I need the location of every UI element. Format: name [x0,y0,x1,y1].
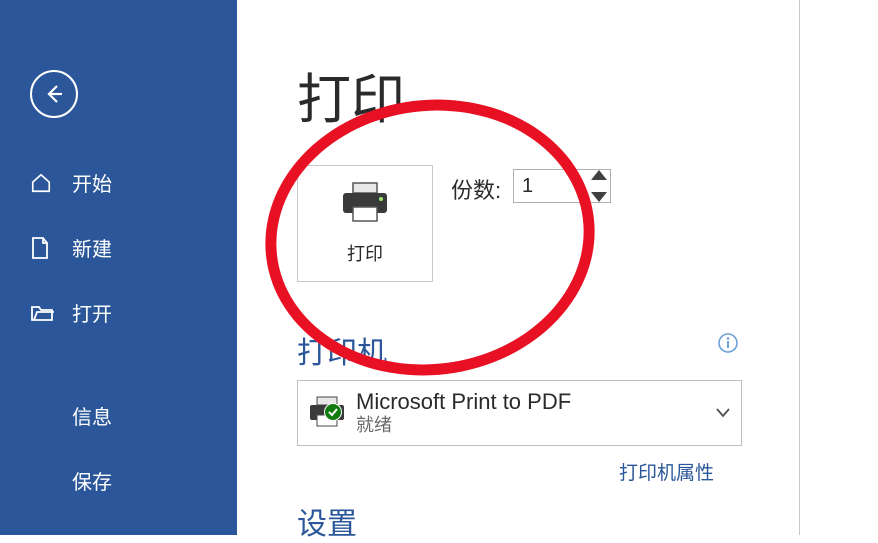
print-button-label: 打印 [347,240,383,266]
sidebar-item-label: 打开 [72,298,112,327]
copies-stepper[interactable] [591,170,609,202]
backstage-sidebar: 开始 新建 打开 信息 保存 [0,0,237,535]
back-button[interactable] [30,70,78,118]
printer-properties-link[interactable]: 打印机属性 [619,458,714,485]
sidebar-item-label: 开始 [72,168,112,197]
sidebar-item-home[interactable]: 开始 [0,150,237,215]
sidebar-item-label: 信息 [72,401,112,430]
section-title-settings: 设置 [297,499,357,543]
sidebar-item-info[interactable]: 信息 [0,383,237,448]
nav-list: 开始 新建 打开 信息 保存 [0,150,237,513]
sidebar-item-new[interactable]: 新建 [0,215,237,280]
page-title: 打印 [297,55,405,134]
sidebar-item-save[interactable]: 保存 [0,448,237,513]
print-panel: 打印 打印 份数: 打印机 [237,0,878,535]
printer-status-icon [298,381,356,445]
preview-divider [799,0,800,535]
copies-label: 份数: [451,173,501,205]
chevron-down-icon [705,408,741,418]
printer-info-button[interactable] [717,332,739,354]
back-arrow-icon [42,82,66,106]
stepper-down-icon [591,192,607,202]
printer-status: 就绪 [356,415,705,437]
folder-open-icon [30,303,56,323]
printer-name: Microsoft Print to PDF [356,389,705,415]
stepper-up-icon [591,170,607,180]
print-button[interactable]: 打印 [297,165,433,282]
home-icon [30,172,56,194]
printer-select[interactable]: Microsoft Print to PDF 就绪 [297,380,742,446]
document-icon [30,236,56,260]
sidebar-item-label: 保存 [72,466,112,495]
sidebar-item-open[interactable]: 打开 [0,280,237,345]
section-title-printer: 打印机 [297,328,387,372]
sidebar-item-label: 新建 [72,233,112,262]
printer-icon [339,181,391,230]
